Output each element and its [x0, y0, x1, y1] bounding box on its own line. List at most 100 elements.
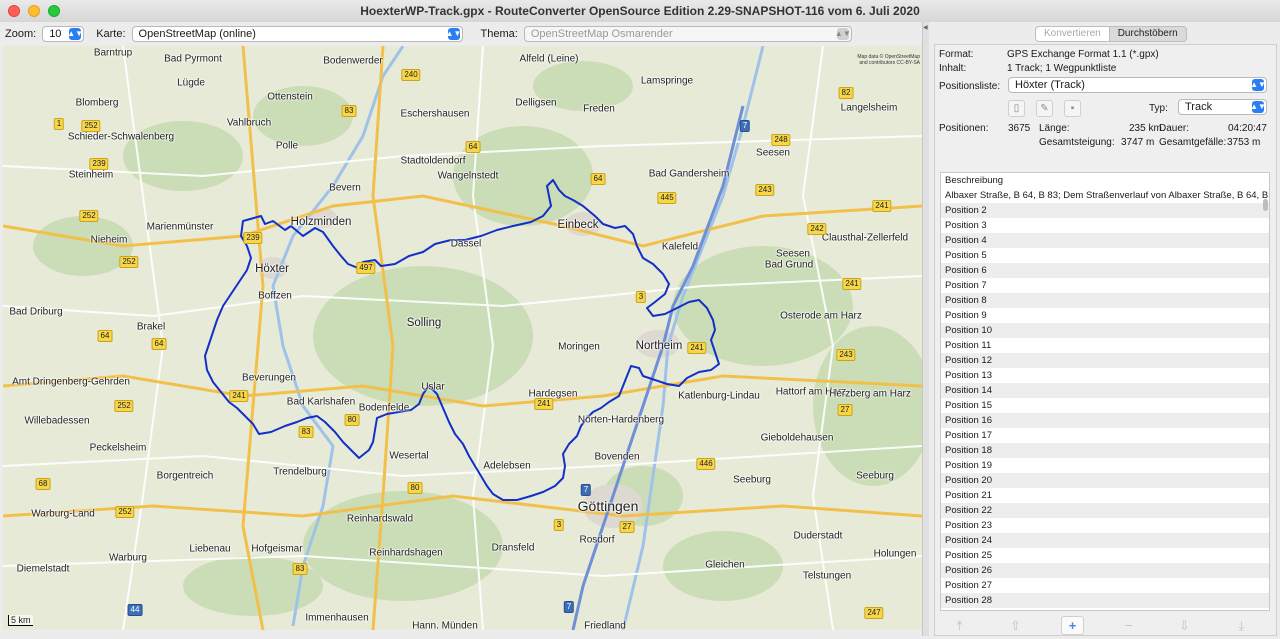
- map-label: Bad Driburg: [9, 306, 63, 318]
- table-row[interactable]: Position 26: [941, 563, 1269, 578]
- road-shield: 241: [534, 398, 554, 410]
- map-label: Bevern: [329, 182, 361, 194]
- table-row[interactable]: Position 20: [941, 473, 1269, 488]
- window-titlebar: HoexterWP-Track.gpx - RouteConverter Ope…: [0, 0, 1280, 23]
- close-window-button[interactable]: [8, 5, 20, 17]
- map-label: Adelebsen: [483, 460, 531, 472]
- road-shield: 241: [229, 390, 249, 402]
- map-label: Marienmünster: [146, 221, 214, 233]
- table-row[interactable]: Position 28: [941, 593, 1269, 608]
- table-row[interactable]: Position 29: [941, 608, 1269, 610]
- table-row[interactable]: Position 24: [941, 533, 1269, 548]
- map-label: Stadtoldendorf: [400, 155, 466, 167]
- typ-select[interactable]: Track ▲▼: [1178, 99, 1267, 115]
- move-to-bottom-icon[interactable]: ⤓: [1231, 617, 1252, 634]
- map-label: Höxter: [255, 263, 289, 275]
- map-label: Reinhardshagen: [369, 547, 443, 559]
- minimize-window-button[interactable]: [28, 5, 40, 17]
- road-shield: 239: [243, 232, 263, 244]
- map-label: Bad Pyrmont: [164, 53, 222, 65]
- move-up-icon[interactable]: ⇧: [1005, 617, 1026, 634]
- typ-value: Track: [1185, 101, 1213, 113]
- new-list-icon[interactable]: ▯: [1008, 100, 1025, 117]
- map-label: Nieheim: [90, 234, 128, 246]
- map-view[interactable]: Barntrup Bad Pyrmont Lügde Blomberg Schi…: [3, 46, 922, 630]
- table-row[interactable]: Position 19: [941, 458, 1269, 473]
- road-shield: 252: [114, 400, 134, 412]
- table-header[interactable]: Beschreibung: [941, 173, 1269, 188]
- map-label: Polle: [275, 140, 299, 152]
- zoom-window-button[interactable]: [48, 5, 60, 17]
- map-label: Uslar: [421, 381, 445, 393]
- map-label: Bad Grund: [764, 259, 814, 271]
- table-row[interactable]: Position 4: [941, 233, 1269, 248]
- table-row[interactable]: Position 14: [941, 383, 1269, 398]
- panel-body: Format: GPS Exchange Format 1.1 (*.gpx) …: [934, 44, 1277, 636]
- collapse-arrow-icon[interactable]: ◀: [923, 24, 928, 31]
- road-shield: 243: [755, 184, 775, 196]
- table-row[interactable]: Position 11: [941, 338, 1269, 353]
- table-row[interactable]: Position 18: [941, 443, 1269, 458]
- map-label: Trendelburg: [273, 466, 327, 478]
- tab-durchstoebern[interactable]: Durchstöbern: [1109, 26, 1187, 42]
- table-row[interactable]: Position 15: [941, 398, 1269, 413]
- map-label: Holungen: [873, 548, 917, 560]
- map-label: Barntrup: [93, 47, 133, 59]
- positionsliste-select[interactable]: Höxter (Track) ▲▼: [1008, 77, 1267, 93]
- tab-konvertieren[interactable]: Konvertieren: [1035, 26, 1110, 42]
- table-row[interactable]: Position 12: [941, 353, 1269, 368]
- table-row[interactable]: Position 3: [941, 218, 1269, 233]
- table-row[interactable]: Position 13: [941, 368, 1269, 383]
- delete-position-icon[interactable]: −: [1118, 617, 1139, 634]
- map-label: Ottenstein: [267, 91, 313, 103]
- positions-table[interactable]: Beschreibung Albaxer Straße, B 64, B 83;…: [940, 172, 1270, 611]
- road-shield: 64: [465, 141, 481, 153]
- thema-select[interactable]: OpenStreetMap Osmarender ▲▼: [523, 26, 852, 42]
- map-label: Boffzen: [258, 290, 292, 302]
- map-label: Bad Gandersheim: [648, 168, 730, 180]
- table-row[interactable]: Albaxer Straße, B 64, B 83; Dem Straßenv…: [941, 188, 1269, 203]
- attribution-line-2: and contributors CC-BY-SA: [859, 60, 920, 66]
- table-row[interactable]: Position 9: [941, 308, 1269, 323]
- rename-list-icon[interactable]: ✎: [1036, 100, 1053, 117]
- zoom-stepper[interactable]: 10 ▲▼: [42, 26, 85, 42]
- table-row[interactable]: Position 5: [941, 248, 1269, 263]
- map-label: Dassel: [450, 238, 482, 250]
- laenge-value: 235 km: [1129, 123, 1162, 134]
- road-shield: 241: [872, 200, 892, 212]
- table-row[interactable]: Position 6: [941, 263, 1269, 278]
- road-shield: 248: [771, 134, 791, 146]
- inhalt-label: Inhalt:: [939, 63, 967, 74]
- gefaelle-value: 3753 m: [1227, 137, 1261, 148]
- map-label: Eschershausen: [400, 108, 470, 120]
- positionen-label: Positionen:: [939, 123, 989, 134]
- stepper-arrows-icon[interactable]: ▲▼: [67, 28, 83, 40]
- table-row[interactable]: Position 21: [941, 488, 1269, 503]
- map-attribution[interactable]: Map data © OpenStreetMap and contributor…: [857, 54, 920, 66]
- map-label: Bovenden: [594, 451, 640, 463]
- map-label: Wangelnstedt: [437, 170, 499, 182]
- map-label: Moringen: [558, 341, 600, 353]
- map-label: Clausthal-Zellerfeld: [821, 232, 909, 244]
- delete-list-icon[interactable]: ▪: [1064, 100, 1081, 117]
- map-label: Northeim: [635, 340, 683, 352]
- table-row[interactable]: Position 16: [941, 413, 1269, 428]
- move-to-top-icon[interactable]: ⤒: [949, 617, 970, 634]
- karte-select[interactable]: OpenStreetMap (online) ▲▼: [131, 26, 463, 42]
- table-row[interactable]: Position 8: [941, 293, 1269, 308]
- road-shield: 27: [837, 404, 853, 416]
- add-position-button[interactable]: +: [1061, 616, 1084, 635]
- table-row[interactable]: Position 25: [941, 548, 1269, 563]
- scrollbar[interactable]: [1263, 199, 1268, 211]
- road-shield: 243: [836, 349, 856, 361]
- table-row[interactable]: Position 22: [941, 503, 1269, 518]
- table-row[interactable]: Position 10: [941, 323, 1269, 338]
- table-row[interactable]: Position 23: [941, 518, 1269, 533]
- table-row[interactable]: Position 17: [941, 428, 1269, 443]
- table-row[interactable]: Position 27: [941, 578, 1269, 593]
- table-row[interactable]: Position 2: [941, 203, 1269, 218]
- properties-panel: Konvertieren Durchstöbern Format: GPS Ex…: [929, 22, 1280, 636]
- table-row[interactable]: Position 7: [941, 278, 1269, 293]
- thema-value: OpenStreetMap Osmarender: [530, 28, 673, 40]
- move-down-icon[interactable]: ⇩: [1174, 617, 1195, 634]
